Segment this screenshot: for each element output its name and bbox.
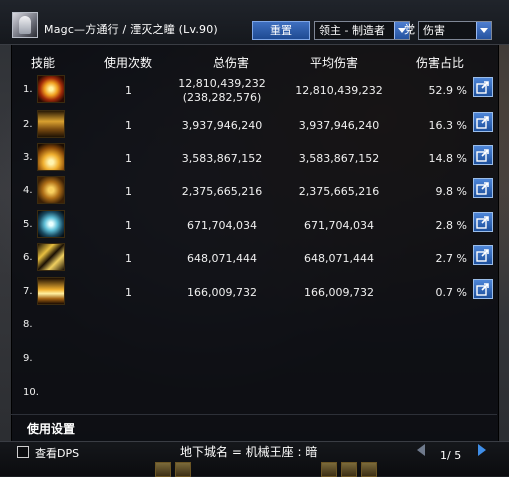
row-uses: 1 (125, 286, 132, 299)
detail-link-icon[interactable] (473, 145, 493, 165)
previous-page-icon[interactable] (414, 443, 428, 457)
row-uses: 1 (125, 84, 132, 97)
row-percent: 2.8 % (435, 219, 467, 232)
row-average: 2,375,665,216 (298, 185, 380, 198)
skill-crystal-icon (37, 243, 65, 271)
row-uses: 1 (125, 185, 132, 198)
row-average: 671,704,034 (304, 219, 374, 232)
row-percent: 0.7 % (435, 286, 467, 299)
dps-checkbox[interactable] (17, 446, 29, 458)
dps-checkbox-label: 查看DPS (35, 447, 80, 460)
table-row: 8. (11, 307, 497, 340)
metric-select[interactable]: 伤害 (418, 21, 492, 40)
row-percent: 14.8 % (428, 152, 467, 165)
skill-spiral-icon (37, 176, 65, 204)
character-avatar (12, 12, 38, 38)
skill-flame-burst-icon (37, 143, 65, 171)
row-uses: 1 (125, 219, 132, 232)
row-rank: 3. (23, 152, 33, 163)
column-average: 平均伤害 (310, 56, 359, 70)
detail-link-icon[interactable] (473, 279, 493, 299)
row-rank: 2. (23, 119, 33, 130)
detail-link-icon[interactable] (473, 212, 493, 232)
row-uses: 1 (125, 252, 132, 265)
skill-vortex-icon (37, 210, 65, 238)
next-page-icon[interactable] (475, 443, 489, 457)
detail-link-icon[interactable] (473, 245, 493, 265)
column-percent: 伤害占比 (416, 56, 465, 70)
row-average: 166,009,732 (304, 286, 374, 299)
row-rank: 1. (23, 84, 33, 95)
window-header: Magc—方通行 / 湮灭之瞳 (Lv.90) 重置 领主 - 制造者 党 伤害 (0, 0, 509, 45)
column-skill: 技能 (31, 56, 56, 70)
row-percent: 16.3 % (428, 119, 467, 132)
row-uses: 1 (125, 119, 132, 132)
skill-crown-icon (37, 110, 65, 138)
table-row: 9. (11, 341, 497, 374)
detail-link-icon[interactable] (473, 112, 493, 132)
metric-select-value: 伤害 (423, 24, 445, 37)
row-rank: 8. (23, 319, 33, 330)
row-rank: 4. (23, 185, 33, 196)
row-average: 3,583,867,152 (298, 152, 380, 165)
row-uses: 1 (125, 152, 132, 165)
skill-blaze-icon (37, 277, 65, 305)
skill-orb-burst-icon (37, 75, 65, 103)
table-row: 3. 1 3,583,867,152 3,583,867,152 14.8 % (11, 140, 497, 173)
row-average: 648,071,444 (304, 252, 374, 265)
row-percent: 52.9 % (428, 84, 467, 97)
detail-link-icon[interactable] (473, 77, 493, 97)
page-indicator: 1/ 5 (440, 449, 462, 462)
row-rank: 10. (23, 387, 39, 398)
divider (11, 414, 497, 415)
dungeon-name: 地下城名 = 机械王座 : 暗 (180, 445, 318, 459)
row-percent: 9.8 % (435, 185, 467, 198)
row-average: 3,937,946,240 (298, 119, 380, 132)
row-rank: 6. (23, 252, 33, 263)
boss-select-value: 领主 - 制造者 (319, 24, 385, 37)
column-uses: 使用次数 (104, 56, 153, 70)
table-row: 7. 1 166,009,732 166,009,732 0.7 % (11, 274, 497, 307)
table-row: 2. 1 3,937,946,240 3,937,946,240 16.3 % (11, 107, 497, 140)
character-name: Magc—方通行 / 湮灭之瞳 (Lv.90) (44, 23, 218, 36)
column-total: 总伤害 (213, 56, 250, 70)
detail-link-icon[interactable] (473, 178, 493, 198)
row-average: 12,810,439,232 (295, 84, 383, 97)
table-row: 1. 1 12,810,439,232 (238,282,576) 12,810… (11, 72, 497, 105)
overlap-text: 党 (404, 23, 415, 36)
table-row: 5. 1 671,704,034 671,704,034 2.8 % (11, 207, 497, 240)
table-row: 10. (11, 375, 497, 408)
row-rank: 9. (23, 353, 33, 364)
boss-select[interactable]: 领主 - 制造者 (314, 21, 410, 40)
table-row: 4. 1 2,375,665,216 2,375,665,216 9.8 % (11, 173, 497, 206)
row-percent: 2.7 % (435, 252, 467, 265)
row-rank: 5. (23, 219, 33, 230)
usage-settings-tab[interactable]: 使用设置 (27, 420, 75, 437)
chevron-down-icon (476, 22, 491, 39)
table-row: 6. 1 648,071,444 648,071,444 2.7 % (11, 240, 497, 273)
reset-button[interactable]: 重置 (252, 21, 310, 40)
row-rank: 7. (23, 286, 33, 297)
